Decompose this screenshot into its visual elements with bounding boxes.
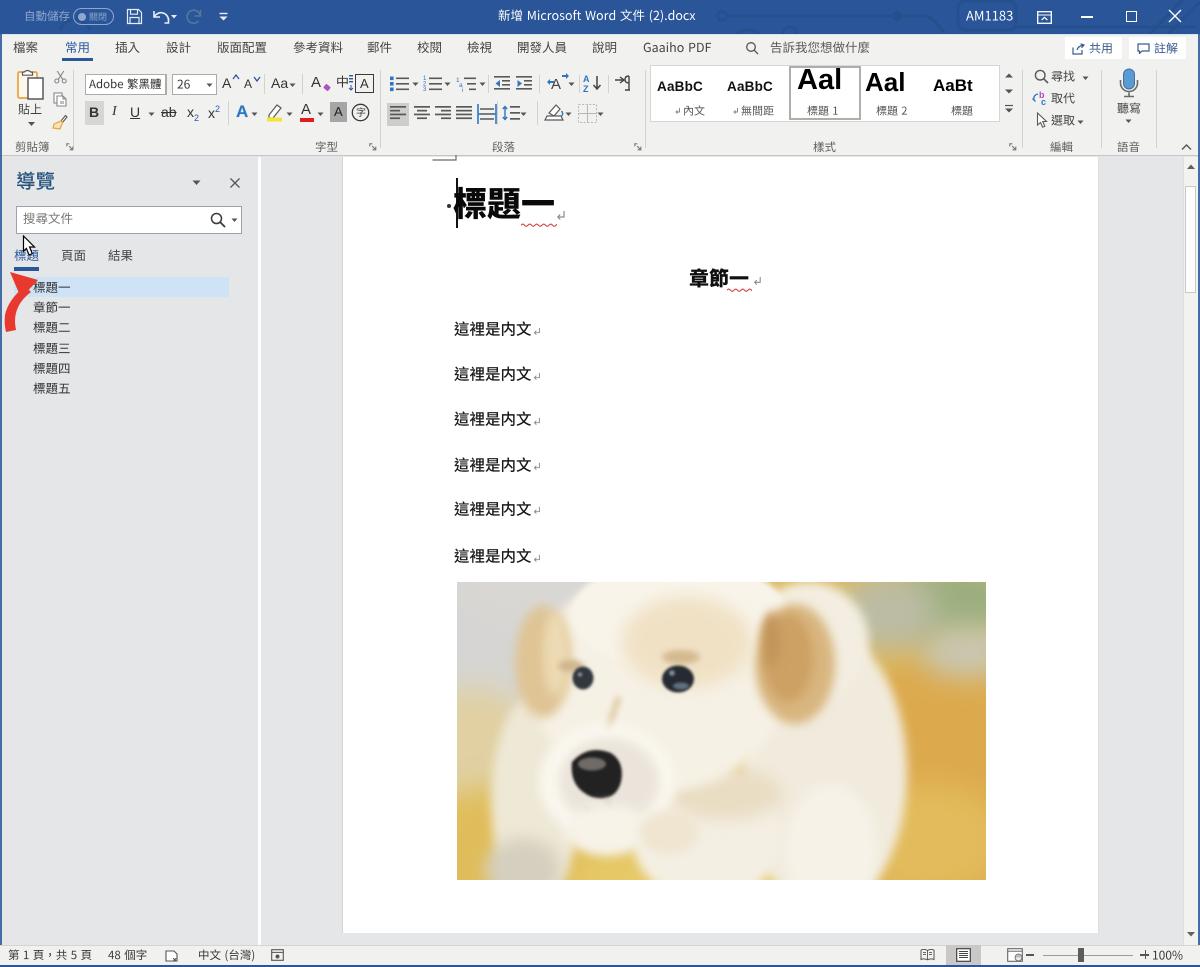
svg-text:3: 3: [423, 87, 427, 92]
svg-text:A: A: [551, 76, 561, 93]
svg-text:Z: Z: [583, 84, 589, 93]
svg-text:c: c: [1041, 97, 1046, 106]
svg-text:A: A: [583, 74, 590, 84]
svg-text:i: i: [462, 87, 463, 92]
